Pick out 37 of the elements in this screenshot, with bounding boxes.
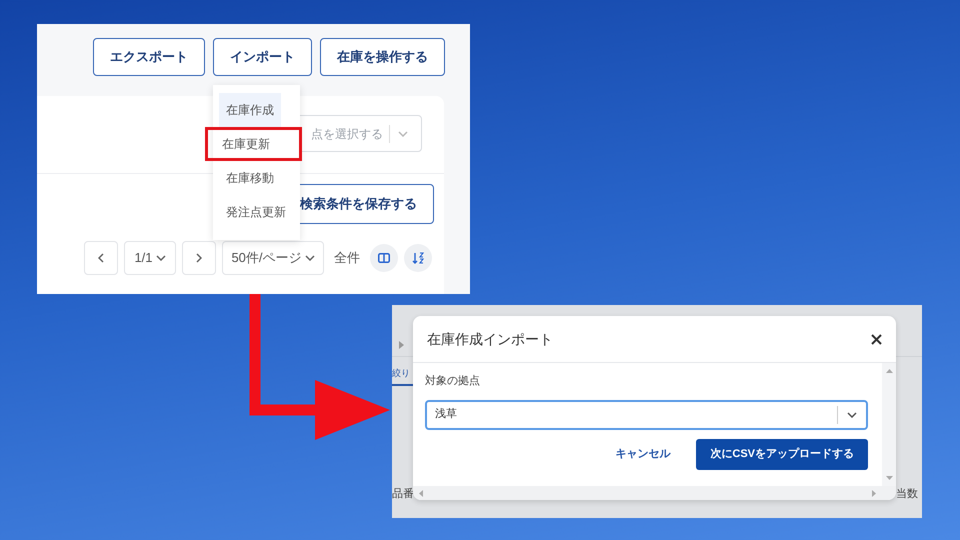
close-icon (871, 334, 882, 344)
total-label: 全件 (334, 249, 360, 268)
action-button[interactable]: エクスポート (93, 38, 205, 76)
menu-item[interactable]: 在庫移動 (219, 161, 281, 195)
scroll-left-icon (419, 490, 423, 496)
menu-item[interactable]: 在庫作成 (219, 93, 281, 127)
caret-right-icon (399, 340, 404, 348)
scroll-up-icon (886, 369, 892, 373)
location-select[interactable]: 浅草 (425, 400, 868, 430)
chevron-down-icon (398, 130, 408, 136)
per-page-select[interactable]: 50件/ページ (222, 241, 324, 275)
column-header: 当数 (896, 486, 918, 502)
sort-button[interactable] (404, 244, 432, 272)
close-button[interactable] (871, 334, 882, 344)
horizontal-scrollbar[interactable] (413, 486, 896, 500)
cancel-button[interactable]: キャンセル (609, 444, 676, 464)
chevron-down-icon (304, 255, 315, 261)
vertical-scrollbar[interactable] (882, 363, 896, 486)
column-header: 品番 (392, 486, 414, 502)
upload-csv-button[interactable]: 次にCSVをアップロードする (696, 438, 868, 470)
scroll-down-icon (886, 476, 892, 480)
chevron-down-icon (847, 412, 857, 418)
columns-button[interactable] (370, 244, 398, 272)
action-button[interactable]: インポート (213, 38, 312, 76)
sort-icon (412, 252, 424, 264)
chevron-right-icon (196, 253, 202, 263)
next-page-button[interactable] (182, 241, 216, 275)
columns-icon (378, 253, 390, 263)
page-select[interactable]: 1/1 (124, 241, 176, 275)
previous-page-button[interactable] (84, 241, 118, 275)
highlighted-menu-item[interactable]: 在庫更新 (205, 127, 302, 161)
dialog-title: 在庫作成インポート (427, 330, 553, 348)
chevron-left-icon (98, 253, 104, 263)
field-label: 対象の拠点 (425, 374, 481, 389)
action-button[interactable]: 在庫を操作する (320, 38, 445, 76)
scroll-right-icon (872, 490, 876, 496)
chevron-down-icon (156, 255, 166, 261)
